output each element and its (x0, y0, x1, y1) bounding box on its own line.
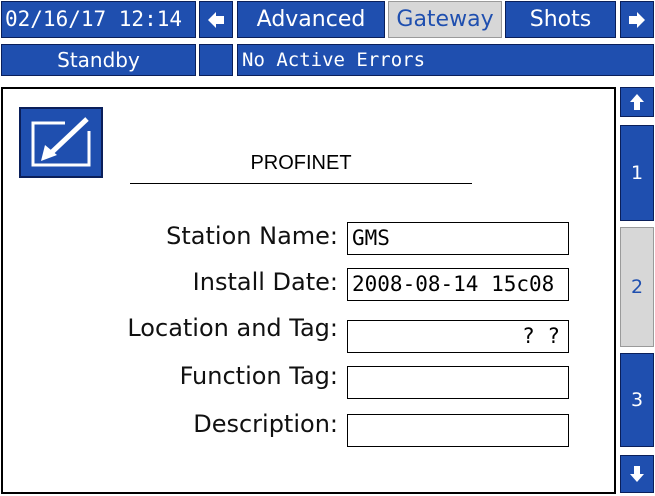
error-indicator (199, 44, 233, 76)
page-title: PROFINET (130, 148, 472, 184)
page-1-label: 1 (630, 162, 644, 184)
datetime-display: 02/16/17 12:14 (1, 1, 196, 38)
arrow-up-icon (630, 94, 644, 110)
arrow-right-icon (629, 11, 645, 28)
page-2-button[interactable]: 2 (620, 227, 654, 347)
next-screen-button[interactable] (620, 1, 654, 38)
page-1-button[interactable]: 1 (620, 125, 654, 221)
edit-button[interactable] (19, 107, 103, 178)
system-status: Standby (1, 44, 196, 76)
previous-screen-button[interactable] (199, 1, 233, 38)
page-3-button[interactable]: 3 (620, 353, 654, 447)
tab-shots-label: Shots (529, 7, 592, 32)
install-date-field[interactable]: 2008-08-14 15c08 (347, 268, 569, 301)
system-status-label: Standby (57, 48, 140, 72)
page-3-label: 3 (630, 389, 644, 411)
station-name-field[interactable]: GMS (347, 222, 569, 255)
scroll-up-button[interactable] (620, 87, 654, 117)
tab-shots[interactable]: Shots (505, 1, 616, 38)
location-tag-field[interactable]: ? ? (347, 320, 569, 353)
tab-advanced[interactable]: Advanced (237, 1, 385, 38)
scroll-down-button[interactable] (620, 455, 654, 493)
page-2-label: 2 (630, 276, 644, 298)
description-label: Description: (193, 410, 338, 438)
error-status: No Active Errors (237, 44, 654, 76)
description-field[interactable] (347, 414, 569, 447)
install-date-label: Install Date: (192, 268, 338, 296)
location-tag-label: Location and Tag: (127, 314, 338, 342)
arrow-down-icon (630, 466, 644, 482)
edit-icon (31, 117, 93, 167)
function-tag-label: Function Tag: (179, 362, 338, 390)
tab-gateway[interactable]: Gateway (388, 1, 502, 38)
tab-advanced-label: Advanced (256, 7, 366, 32)
tab-gateway-label: Gateway (396, 7, 494, 32)
station-name-label: Station Name: (166, 222, 338, 250)
function-tag-field[interactable] (347, 366, 569, 399)
arrow-left-icon (208, 11, 224, 28)
